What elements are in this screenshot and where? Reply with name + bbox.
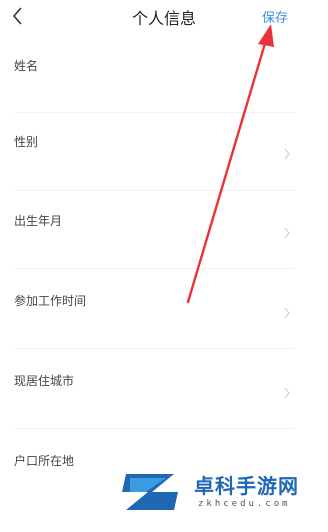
- divider: [14, 190, 294, 191]
- field-row-work-start[interactable]: 参加工作时间: [0, 292, 328, 372]
- chevron-right-icon: [284, 387, 290, 399]
- save-button[interactable]: 保存: [262, 7, 288, 26]
- watermark-subtitle: zkhcedu.com: [198, 499, 291, 509]
- divider: [14, 428, 294, 429]
- field-label: 参加工作时间: [14, 294, 87, 308]
- chevron-right-icon: [284, 148, 290, 160]
- chevron-right-icon: [284, 307, 290, 319]
- field-label: 性别: [14, 135, 39, 149]
- field-row-current-city[interactable]: 现居住城市: [0, 372, 328, 452]
- watermark-logo-icon: [122, 474, 178, 510]
- field-label: 现居住城市: [14, 374, 75, 388]
- watermark-title: 卓科手游网: [194, 474, 299, 498]
- divider: [14, 268, 294, 269]
- field-label: 户口所在地: [14, 454, 75, 468]
- field-row-birth-date[interactable]: 出生年月: [0, 212, 328, 292]
- field-row-name[interactable]: 姓名: [0, 57, 328, 137]
- nav-bar: 个人信息 保存: [0, 0, 328, 34]
- field-label: 姓名: [14, 59, 39, 73]
- divider: [14, 348, 294, 349]
- field-label: 出生年月: [14, 214, 63, 228]
- divider: [14, 112, 294, 113]
- field-row-gender[interactable]: 性别: [0, 133, 328, 213]
- chevron-right-icon: [284, 227, 290, 239]
- watermark: 卓科手游网 zkhcedu.com: [122, 466, 328, 523]
